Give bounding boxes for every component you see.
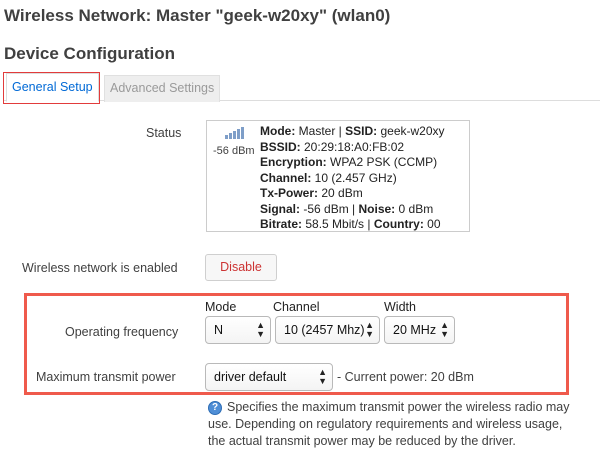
help-line-3: the actual transmit power may be reduced… xyxy=(208,434,516,448)
disable-button[interactable]: Disable xyxy=(205,254,277,281)
txpower-value: 20 dBm xyxy=(318,186,363,200)
status-line-signal: Signal: -56 dBm | Noise: 0 dBm xyxy=(260,202,445,218)
channel-column-header: Channel xyxy=(273,300,320,314)
up-down-arrows-icon: ▲ ▼ xyxy=(318,367,327,386)
signal-dbm: -56 dBm xyxy=(213,145,255,157)
ssid-label: SSID: xyxy=(345,124,378,138)
signal-value: -56 dBm | xyxy=(300,201,359,216)
country-value: 00 xyxy=(423,217,441,231)
status-line-bitrate: Bitrate: 58.5 Mbit/s | Country: 00 xyxy=(260,217,445,233)
section-title: Device Configuration xyxy=(4,44,175,63)
up-down-arrows-icon: ▲ ▼ xyxy=(256,320,265,339)
max-transmit-power-label: Maximum transmit power xyxy=(36,370,176,384)
status-line-encryption: Encryption: WPA2 PSK (CCMP) xyxy=(260,155,445,171)
country-label: Country: xyxy=(373,217,424,231)
signal-label: Signal: xyxy=(260,201,301,216)
txpower-label: Tx-Power: xyxy=(260,186,319,200)
status-line-txpower: Tx-Power: 20 dBm xyxy=(260,186,445,202)
bssid-label: BSSID: xyxy=(260,139,301,154)
current-power-text: - Current power: 20 dBm xyxy=(337,370,474,384)
width-select[interactable]: 20 MHz ▲ ▼ xyxy=(384,316,455,344)
ssid-value: geek-w20xy xyxy=(377,124,445,138)
tab-advanced-settings[interactable]: Advanced Settings xyxy=(104,75,221,102)
help-icon: ? xyxy=(208,401,222,415)
status-line-bssid: BSSID: 20:29:18:A0:FB:02 xyxy=(260,140,445,156)
status-line-channel: Channel: 10 (2.457 GHz) xyxy=(260,171,445,187)
transmit-power-select[interactable]: driver default ▲ ▼ xyxy=(205,363,333,391)
bitrate-value: 58.5 Mbit/s | xyxy=(302,217,374,231)
operating-frequency-label: Operating frequency xyxy=(65,325,179,339)
help-text: Specifies the maximum transmit power the… xyxy=(208,399,597,450)
encryption-value: WPA2 PSK (CCMP) xyxy=(326,155,438,169)
channel-select[interactable]: 10 (2457 Mhz) ▲ ▼ xyxy=(275,316,380,344)
status-box: -56 dBm Mode: Master | SSID: geek-w20xy … xyxy=(206,120,470,232)
status-label: Status xyxy=(146,126,182,140)
status-line-mode: Mode: Master | SSID: geek-w20xy xyxy=(260,124,445,140)
channel-value: 10 (2.457 GHz) xyxy=(311,170,397,185)
help-line-2: use. Depending on regulatory requirement… xyxy=(208,417,563,431)
mode-select[interactable]: N ▲ ▼ xyxy=(205,316,271,344)
width-column-header: Width xyxy=(384,300,416,314)
encryption-label: Encryption: xyxy=(260,155,327,169)
mode-column-header: Mode xyxy=(205,300,237,314)
width-select-value: 20 MHz xyxy=(393,323,437,337)
page-title: Wireless Network: Master "geek-w20xy" (w… xyxy=(4,6,391,25)
transmit-power-select-value: driver default xyxy=(214,370,287,384)
channel-select-value: 10 (2457 Mhz) xyxy=(284,323,365,337)
help-line-1: Specifies the maximum transmit power the… xyxy=(227,400,570,414)
wireless-enabled-label: Wireless network is enabled xyxy=(22,261,178,275)
up-down-arrows-icon: ▲ ▼ xyxy=(365,320,374,339)
up-down-arrows-icon: ▲ ▼ xyxy=(440,320,449,339)
channel-label: Channel: xyxy=(260,170,312,185)
mode-label: Mode: xyxy=(260,124,296,138)
tab-general-setup[interactable]: General Setup xyxy=(6,73,99,102)
signal-strength-icon xyxy=(225,127,245,139)
noise-value: 0 dBm xyxy=(395,201,434,216)
mode-select-value: N xyxy=(214,323,224,337)
bssid-value: 20:29:18:A0:FB:02 xyxy=(300,139,405,154)
noise-label: Noise: xyxy=(358,201,396,216)
tab-bar: General Setup Advanced Settings xyxy=(4,73,600,102)
mode-value: Master | xyxy=(295,124,346,138)
status-details: Mode: Master | SSID: geek-w20xy BSSID: 2… xyxy=(260,124,445,233)
bitrate-label: Bitrate: xyxy=(260,217,303,231)
